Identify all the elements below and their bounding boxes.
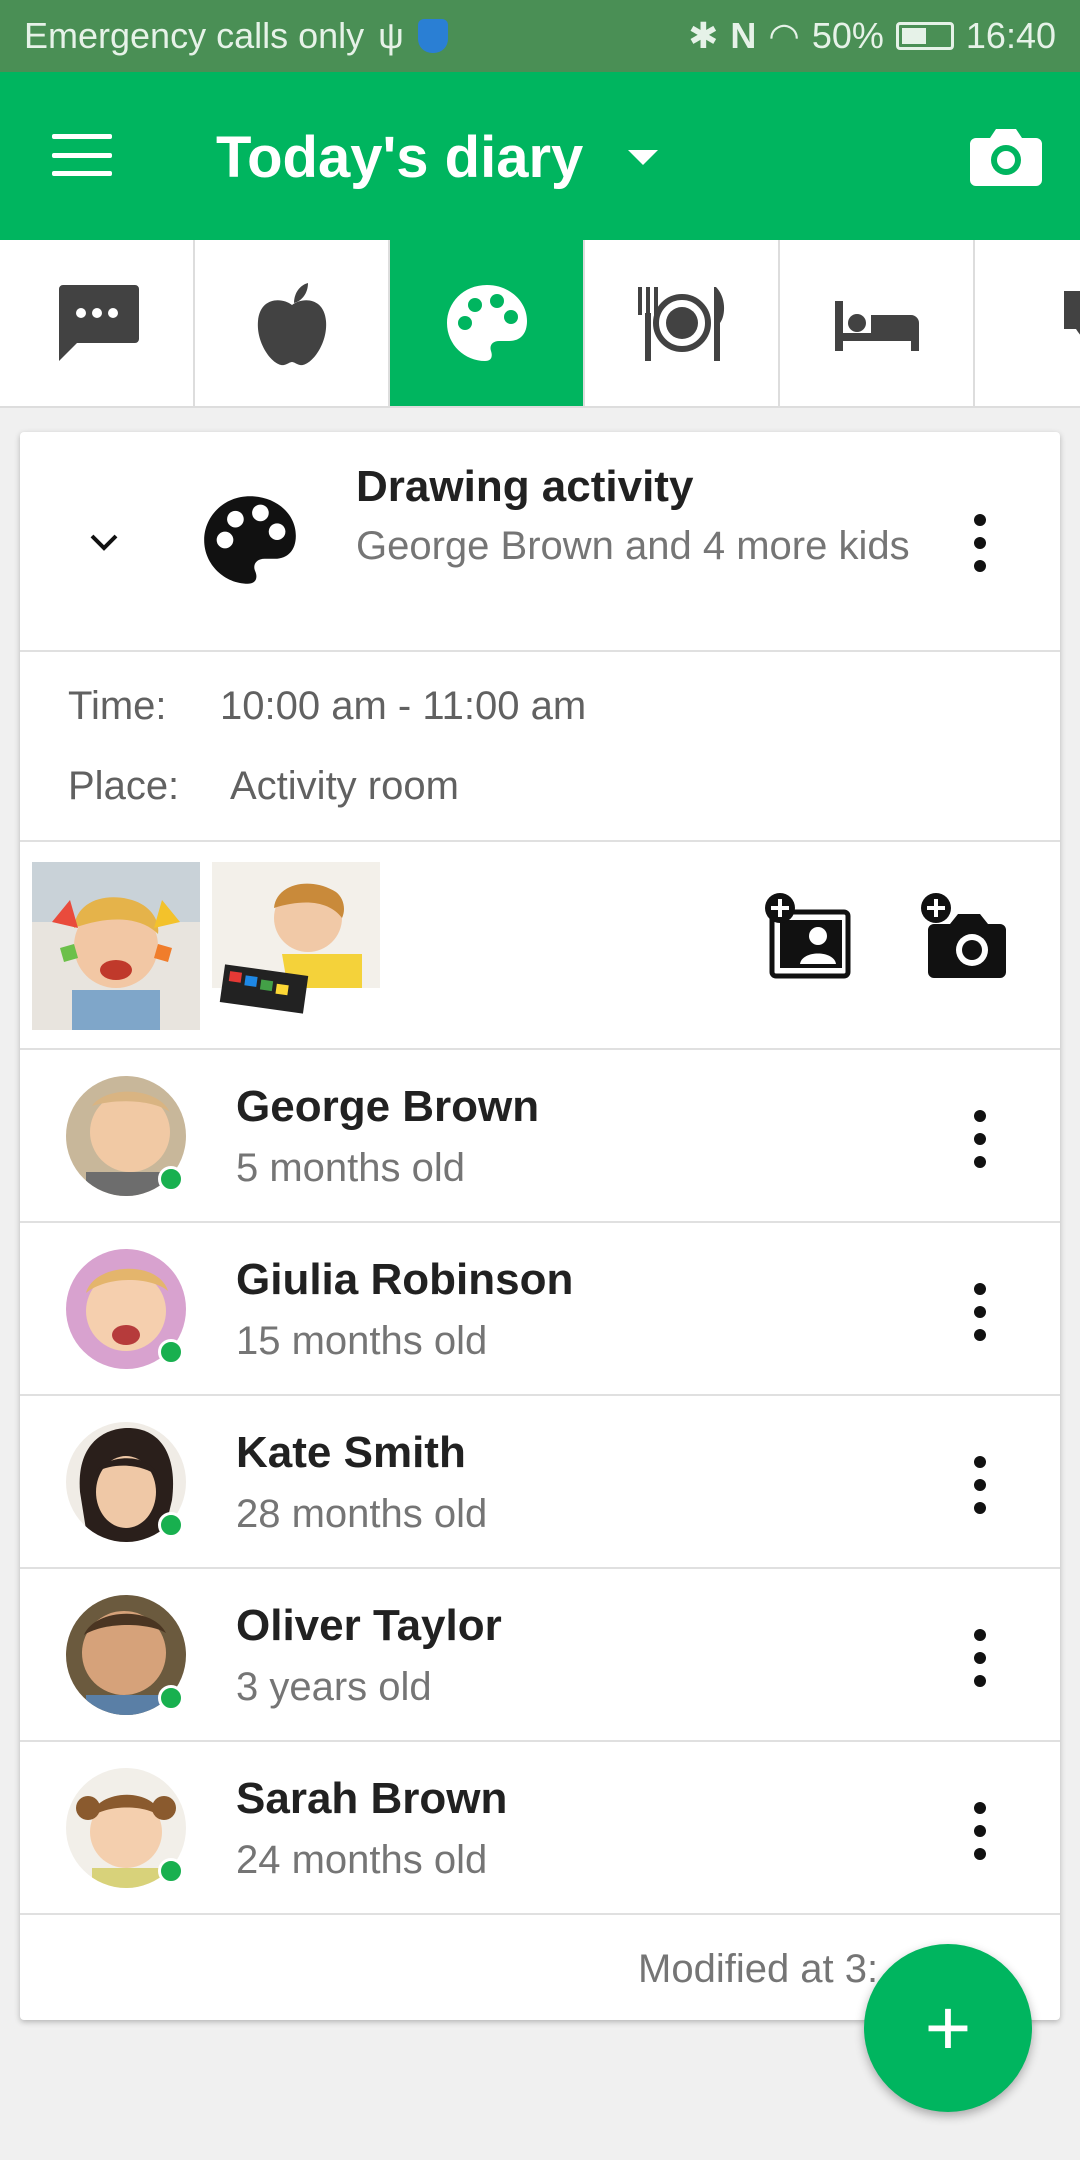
nfc-icon: N	[730, 15, 757, 56]
bed-icon	[834, 301, 919, 351]
kid-more-icon[interactable]	[960, 1104, 1000, 1174]
clock: 16:40	[965, 15, 1056, 56]
page-title[interactable]: Today's diary	[216, 124, 583, 191]
kid-name: Kate Smith	[236, 1428, 466, 1477]
diaper-icon	[1063, 291, 1080, 336]
menu-icon[interactable]	[52, 134, 112, 176]
activity-more-icon[interactable]	[960, 508, 1000, 578]
status-bar: Emergency calls only ψ ✱ N ◠ 50% 16:40	[0, 0, 1080, 72]
battery-percent: 50%	[811, 15, 884, 56]
activity-details: Time: 10:00 am - 11:00 am Place: Activit…	[20, 652, 1060, 842]
chat-bubble-icon	[58, 285, 139, 361]
palette-icon	[204, 496, 296, 584]
app-bar: Today's diary	[0, 72, 1080, 240]
modified-timestamp: Modified at 3:	[638, 1947, 879, 1991]
category-tabs	[0, 240, 1080, 408]
kid-name: Oliver Taylor	[236, 1601, 502, 1650]
kid-row[interactable]: Oliver Taylor 3 years old	[20, 1569, 1060, 1742]
photo-strip	[20, 842, 1060, 1050]
shield-icon	[417, 19, 448, 53]
kid-name: George Brown	[236, 1082, 540, 1131]
kid-row[interactable]: George Brown 5 months old	[20, 1050, 1060, 1223]
kid-more-icon[interactable]	[960, 1450, 1000, 1520]
bluetooth-icon: ✱	[688, 15, 719, 56]
add-camera-photo-icon[interactable]	[920, 892, 1010, 982]
add-gallery-photo-icon[interactable]	[764, 892, 854, 982]
battery-icon	[895, 22, 954, 50]
kid-age: 24 months old	[236, 1838, 488, 1882]
kid-age: 28 months old	[236, 1492, 488, 1536]
online-status-dot	[158, 1858, 184, 1884]
tab-food[interactable]	[195, 240, 390, 406]
photo-thumbnail[interactable]	[32, 862, 200, 1030]
add-fab-button[interactable]: +	[864, 1944, 1032, 2112]
kid-age: 15 months old	[236, 1319, 488, 1363]
meal-icon	[637, 287, 724, 361]
palette-icon	[446, 285, 527, 361]
activity-card: Drawing activity George Brown and 4 more…	[20, 432, 1060, 2020]
online-status-dot	[158, 1166, 184, 1192]
usb-icon: ψ	[378, 15, 404, 56]
kid-name: Giulia Robinson	[236, 1255, 574, 1304]
photo-thumbnail[interactable]	[212, 862, 380, 1030]
chevron-down-icon[interactable]	[86, 524, 122, 560]
tab-messages[interactable]	[0, 240, 195, 406]
camera-icon[interactable]	[968, 124, 1044, 188]
apple-icon	[257, 283, 326, 366]
place-value: Activity room	[230, 764, 459, 808]
tab-sleep[interactable]	[780, 240, 975, 406]
plus-icon: +	[924, 1983, 972, 2072]
online-status-dot	[158, 1512, 184, 1538]
kid-more-icon[interactable]	[960, 1623, 1000, 1693]
online-status-dot	[158, 1339, 184, 1365]
kid-age: 3 years old	[236, 1665, 432, 1709]
kid-more-icon[interactable]	[960, 1796, 1000, 1866]
kid-more-icon[interactable]	[960, 1277, 1000, 1347]
time-label: Time:	[68, 684, 167, 728]
place-label: Place:	[68, 764, 180, 808]
tab-activities[interactable]	[390, 240, 585, 406]
carrier-text: Emergency calls only	[24, 15, 365, 56]
dropdown-arrow-icon[interactable]	[628, 150, 658, 165]
time-value: 10:00 am - 11:00 am	[220, 684, 587, 728]
activity-title: Drawing activity	[356, 462, 694, 511]
kid-name: Sarah Brown	[236, 1774, 508, 1823]
wifi-icon: ◠	[768, 15, 800, 56]
online-status-dot	[158, 1685, 184, 1711]
activity-header[interactable]: Drawing activity George Brown and 4 more…	[20, 432, 1060, 652]
kid-row[interactable]: Kate Smith 28 months old	[20, 1396, 1060, 1569]
kid-row[interactable]: Sarah Brown 24 months old	[20, 1742, 1060, 1915]
kid-row[interactable]: Giulia Robinson 15 months old	[20, 1223, 1060, 1396]
tab-meals[interactable]	[585, 240, 780, 406]
activity-subtitle: George Brown and 4 more kids	[356, 524, 910, 568]
tab-diaper[interactable]	[975, 240, 1080, 406]
kid-age: 5 months old	[236, 1146, 466, 1190]
